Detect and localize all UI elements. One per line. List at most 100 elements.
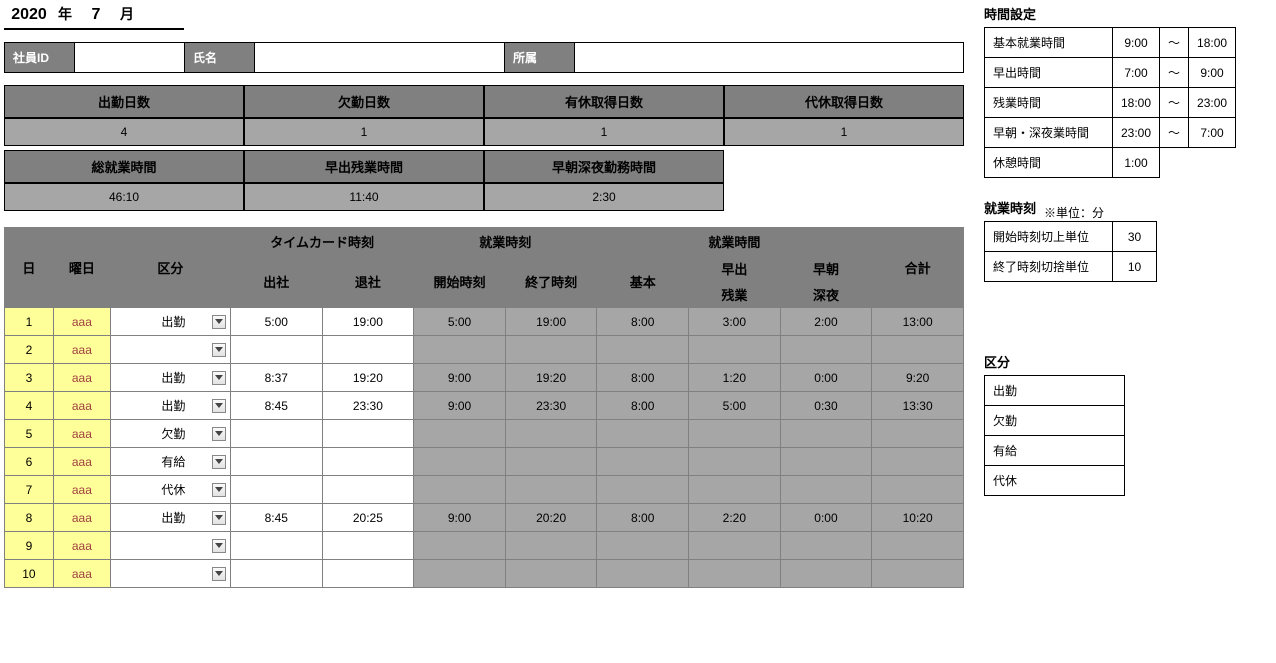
summary-absent-days-value: 1 [244,118,484,146]
type-dropdown[interactable] [110,560,230,588]
total-cell: 10:20 [872,504,964,532]
clock-out-cell[interactable] [322,420,414,448]
clock-out-cell[interactable]: 19:00 [322,308,414,336]
type-dropdown[interactable]: 有給 [110,448,230,476]
time-setting-from[interactable]: 9:00 [1113,28,1160,58]
emp-name-value[interactable] [255,43,505,72]
time-setting-row: 休憩時間1:00 [985,148,1236,178]
chevron-down-icon[interactable] [212,567,226,581]
chevron-down-icon[interactable] [212,399,226,413]
kubun-item[interactable]: 代休 [985,466,1125,496]
summary-paid-leave-value: 1 [484,118,724,146]
start-cell: 9:00 [414,504,506,532]
dow-cell: aaa [53,420,110,448]
clock-in-cell[interactable]: 5:00 [230,308,322,336]
clock-in-cell[interactable] [230,532,322,560]
end-cell [505,532,597,560]
work-setting-value[interactable]: 10 [1113,252,1157,282]
start-cell: 5:00 [414,308,506,336]
emp-dept-value[interactable] [575,43,963,72]
summary-overtime-label: 早出残業時間 [244,150,484,183]
type-dropdown[interactable]: 出勤 [110,504,230,532]
day-cell: 1 [5,308,54,336]
type-dropdown[interactable] [110,336,230,364]
work-setting-value[interactable]: 30 [1113,222,1157,252]
clock-in-cell[interactable] [230,476,322,504]
hdr-workduration: 就業時間 [597,228,872,256]
hdr-day: 日 [5,228,54,308]
clock-out-cell[interactable] [322,448,414,476]
type-dropdown[interactable]: 出勤 [110,308,230,336]
clock-in-cell[interactable] [230,336,322,364]
dow-cell: aaa [53,336,110,364]
time-settings-table: 基本就業時間9:00～18:00早出時間7:00～9:00残業時間18:00～2… [984,27,1236,178]
table-row: 3aaa出勤8:3719:209:0019:208:001:200:009:20 [5,364,964,392]
year-value[interactable]: 2020 [4,6,54,24]
time-setting-from[interactable]: 23:00 [1113,118,1160,148]
start-cell [414,532,506,560]
clock-in-cell[interactable]: 8:45 [230,392,322,420]
basic-cell: 8:00 [597,392,689,420]
time-setting-to[interactable]: 9:00 [1189,58,1236,88]
type-dropdown[interactable]: 欠勤 [110,420,230,448]
dow-cell: aaa [53,392,110,420]
ot-cell [689,448,781,476]
time-setting-from[interactable]: 18:00 [1113,88,1160,118]
time-setting-to[interactable]: 7:00 [1189,118,1236,148]
chevron-down-icon[interactable] [212,511,226,525]
chevron-down-icon[interactable] [212,343,226,357]
clock-out-cell[interactable] [322,476,414,504]
year-unit: 年 [58,4,72,24]
work-settings-table: 開始時刻切上単位30終了時刻切捨単位10 [984,221,1157,282]
emp-dept-label: 所属 [505,43,575,72]
time-setting-to[interactable]: 23:00 [1189,88,1236,118]
hdr-mn2: 深夜 [780,282,872,308]
time-setting-from[interactable]: 1:00 [1113,148,1160,178]
hdr-dow: 曜日 [53,228,110,308]
clock-in-cell[interactable] [230,420,322,448]
emp-id-value[interactable] [75,43,185,72]
clock-in-cell[interactable] [230,560,322,588]
clock-out-cell[interactable]: 19:20 [322,364,414,392]
type-dropdown[interactable]: 代休 [110,476,230,504]
summary-total-work-value: 46:10 [4,183,244,211]
clock-in-cell[interactable]: 8:45 [230,504,322,532]
end-cell: 23:30 [505,392,597,420]
chevron-down-icon[interactable] [212,539,226,553]
time-setting-to[interactable]: 18:00 [1189,28,1236,58]
hdr-timecard: タイムカード時刻 [230,228,413,256]
midnight-cell [780,476,872,504]
time-setting-label: 基本就業時間 [985,28,1113,58]
basic-cell [597,336,689,364]
chevron-down-icon[interactable] [212,455,226,469]
basic-cell: 8:00 [597,308,689,336]
dow-cell: aaa [53,504,110,532]
clock-out-cell[interactable] [322,336,414,364]
ot-cell: 1:20 [689,364,781,392]
work-settings-title: 就業時刻 [984,198,1036,217]
type-dropdown[interactable] [110,532,230,560]
kubun-item[interactable]: 欠勤 [985,406,1125,436]
month-value[interactable]: 7 [76,6,116,24]
chevron-down-icon[interactable] [212,315,226,329]
chevron-down-icon[interactable] [212,371,226,385]
chevron-down-icon[interactable] [212,427,226,441]
clock-out-cell[interactable] [322,560,414,588]
kubun-item[interactable]: 出勤 [985,376,1125,406]
midnight-cell: 0:00 [780,504,872,532]
midnight-cell [780,420,872,448]
chevron-down-icon[interactable] [212,483,226,497]
clock-out-cell[interactable]: 20:25 [322,504,414,532]
clock-out-cell[interactable]: 23:30 [322,392,414,420]
table-row: 1aaa出勤5:0019:005:0019:008:003:002:0013:0… [5,308,964,336]
start-cell [414,476,506,504]
clock-in-cell[interactable]: 8:37 [230,364,322,392]
type-dropdown[interactable]: 出勤 [110,364,230,392]
clock-out-cell[interactable] [322,532,414,560]
basic-cell [597,532,689,560]
clock-in-cell[interactable] [230,448,322,476]
time-setting-from[interactable]: 7:00 [1113,58,1160,88]
type-dropdown[interactable]: 出勤 [110,392,230,420]
kubun-item[interactable]: 有給 [985,436,1125,466]
start-cell: 9:00 [414,392,506,420]
